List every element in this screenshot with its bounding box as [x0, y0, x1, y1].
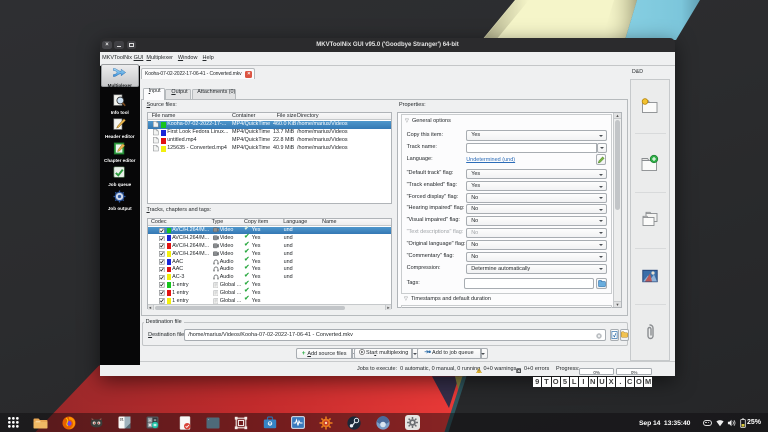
- svg-text:31: 31: [120, 418, 124, 422]
